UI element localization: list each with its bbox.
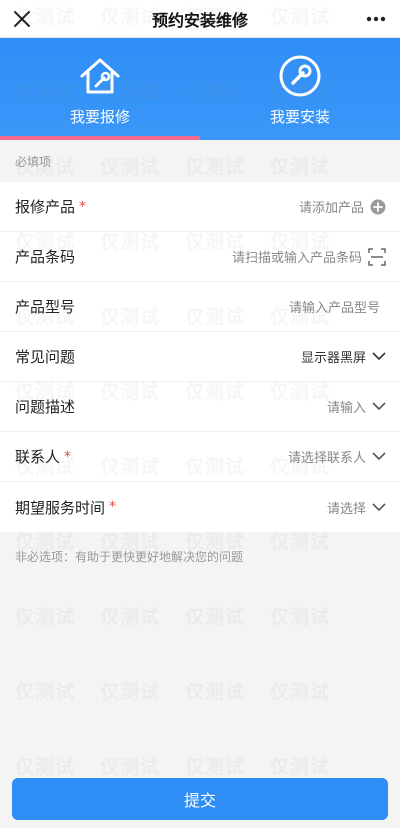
model-field[interactable]: 请输入产品型号 xyxy=(289,297,386,316)
common-issue-select[interactable]: 显示器黑屏 xyxy=(301,347,386,366)
close-icon[interactable] xyxy=(10,7,34,31)
service-time-placeholder: 请选择 xyxy=(326,501,366,517)
tab-install-label: 我要安装 xyxy=(269,108,330,126)
required-mark: * xyxy=(79,198,87,215)
required-section-title: 必填项 xyxy=(15,154,52,169)
required-mark: * xyxy=(64,448,72,465)
chevron-down-icon xyxy=(372,452,386,461)
add-product-field[interactable]: 请添加产品 xyxy=(299,197,386,216)
watermark-text: 仅测试 xyxy=(15,681,76,703)
watermark-text: 仅测试 xyxy=(270,681,331,703)
common-issue-value: 显示器黑屏 xyxy=(300,351,366,366)
description-field[interactable]: 请输入 xyxy=(327,397,386,416)
watermark-text: 仅测试 xyxy=(100,756,161,778)
barcode-row[interactable]: 产品条码 请扫描或输入产品条码 xyxy=(0,232,400,282)
watermark-text: 仅测试 xyxy=(100,606,161,628)
required-mark: * xyxy=(109,499,117,515)
submit-button[interactable]: 提交 xyxy=(12,778,388,820)
chevron-down-icon xyxy=(372,502,386,511)
model-row[interactable]: 产品型号 请输入产品型号 xyxy=(0,282,400,332)
tab-install[interactable]: 我要安装 xyxy=(200,38,400,140)
common-issue-label: 常见问题 xyxy=(15,348,76,366)
watermark-text: 仅测试 xyxy=(270,606,331,628)
watermark-text: 仅测试 xyxy=(185,756,246,778)
watermark-text: 仅测试 xyxy=(15,756,76,778)
product-label: 报修产品 xyxy=(15,198,76,216)
watermark-text: 仅测试 xyxy=(15,606,76,628)
wrench-circle-icon xyxy=(279,55,321,97)
description-row[interactable]: 问题描述 请输入 xyxy=(0,382,400,432)
active-tab-indicator xyxy=(0,136,200,140)
product-row[interactable]: 报修产品 * 请添加产品 xyxy=(0,182,400,232)
watermark-text: 仅测试 xyxy=(270,756,331,778)
service-tabs: 我要报修 我要安装 xyxy=(0,38,400,140)
contact-select[interactable]: 请选择联系人 xyxy=(288,447,386,466)
model-label: 产品型号 xyxy=(15,298,76,316)
watermark-text: 仅测试 xyxy=(185,606,246,628)
watermark-text: 仅测试 xyxy=(100,681,161,703)
description-label: 问题描述 xyxy=(15,398,76,416)
tab-repair-label: 我要报修 xyxy=(69,108,130,126)
house-wrench-icon xyxy=(80,58,120,94)
contact-placeholder: 请选择联系人 xyxy=(287,451,366,466)
barcode-label: 产品条码 xyxy=(15,248,76,266)
service-time-select[interactable]: 请选择 xyxy=(327,498,386,517)
more-icon[interactable] xyxy=(364,10,388,28)
chevron-down-icon xyxy=(372,402,386,411)
optional-note: 非必选项：有助于更快更好地解决您的问题 xyxy=(15,550,244,564)
scan-icon[interactable] xyxy=(368,247,386,266)
barcode-field[interactable]: 请扫描或输入产品条码 xyxy=(232,247,386,266)
common-issue-row[interactable]: 常见问题 显示器黑屏 xyxy=(0,332,400,382)
contact-label: 联系人 xyxy=(15,448,61,466)
barcode-placeholder: 请扫描或输入产品条码 xyxy=(231,251,362,266)
watermark-text: 仅测试 xyxy=(185,681,246,703)
contact-row[interactable]: 联系人 * 请选择联系人 xyxy=(0,432,400,482)
page-title: 预约安装维修 xyxy=(151,10,248,30)
tab-repair[interactable]: 我要报修 xyxy=(0,38,200,140)
description-placeholder: 请输入 xyxy=(326,401,366,416)
model-placeholder: 请输入产品型号 xyxy=(288,301,380,316)
add-product-placeholder: 请添加产品 xyxy=(298,201,364,216)
service-time-label: 期望服务时间 xyxy=(15,498,106,517)
service-time-row[interactable]: 期望服务时间 * 请选择 xyxy=(0,482,400,532)
chevron-down-icon xyxy=(372,352,386,361)
repair-form: 报修产品 * 请添加产品 产品条码 请扫描或输入产品条码 产品型号 请输入产品型… xyxy=(0,182,400,532)
plus-circle-icon[interactable] xyxy=(370,199,386,215)
top-bar: 预约安装维修 xyxy=(0,0,400,38)
